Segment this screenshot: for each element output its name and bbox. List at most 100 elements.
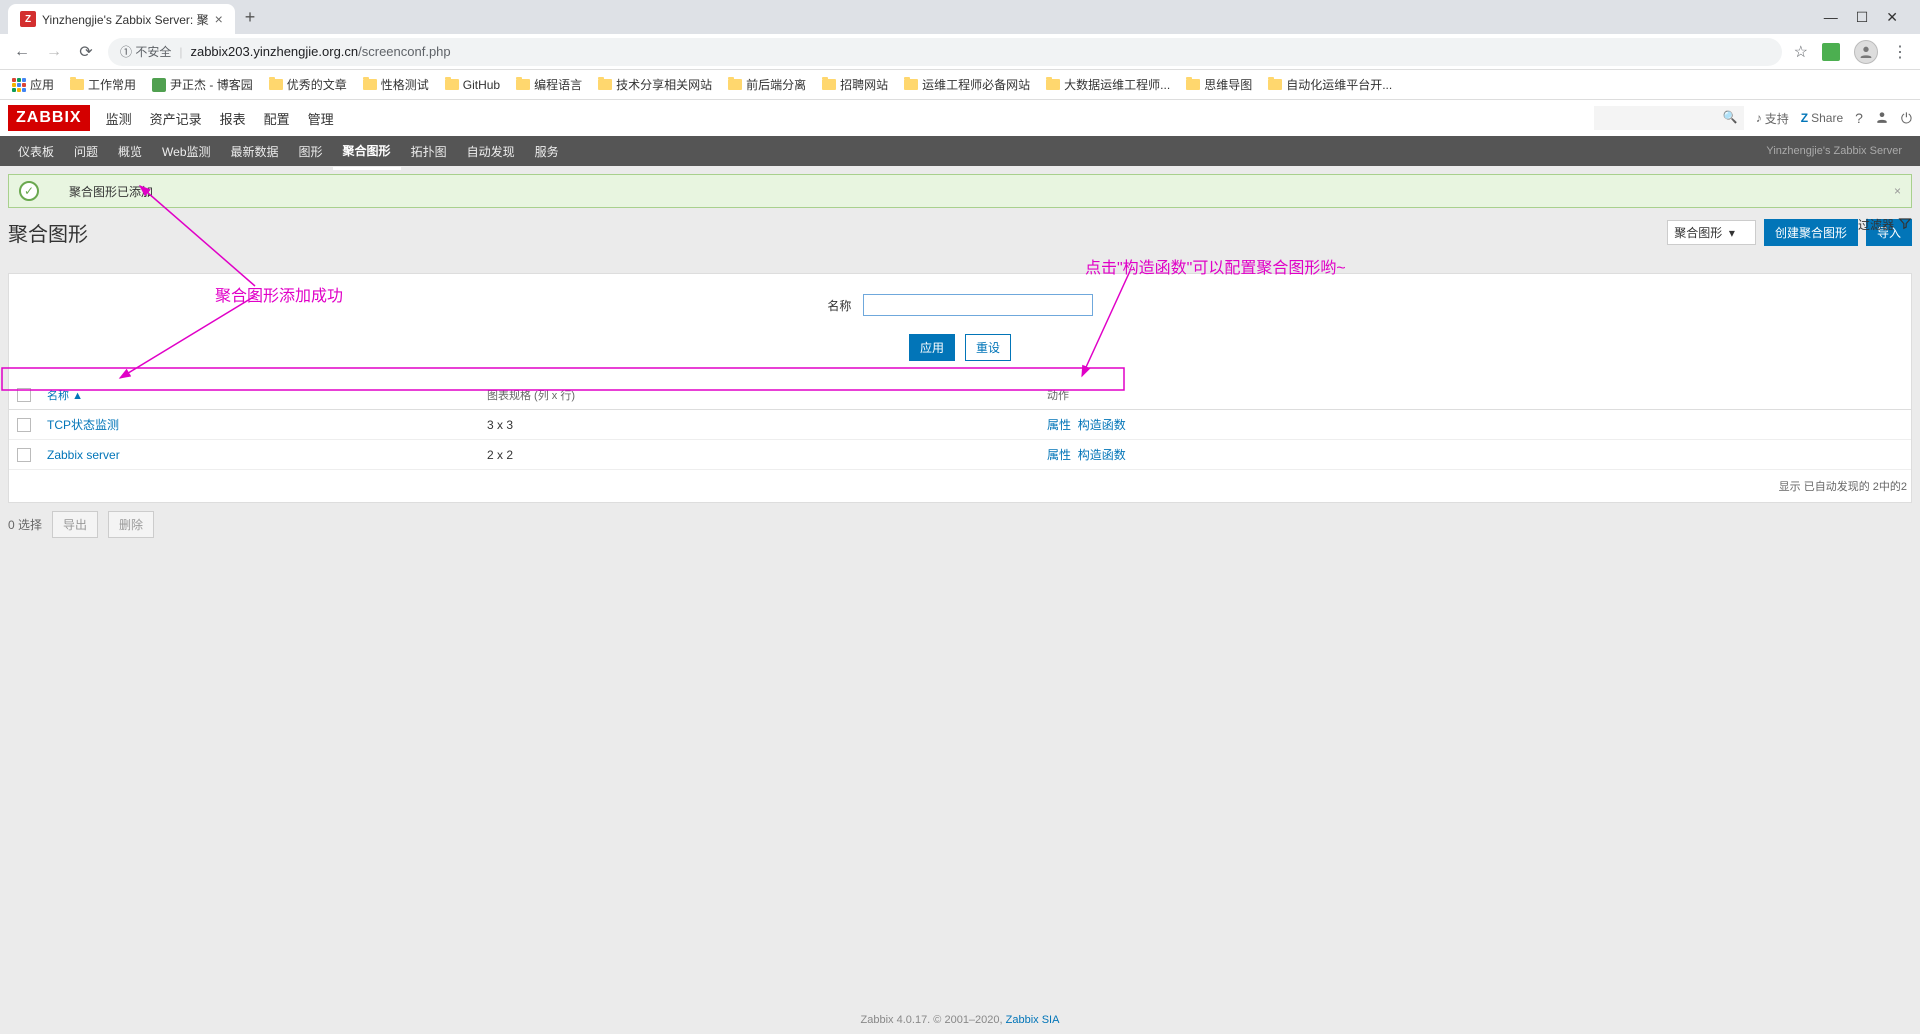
folder-icon xyxy=(1186,79,1200,90)
nav-reports[interactable]: 报表 xyxy=(218,101,248,136)
filter-reset-button[interactable]: 重设 xyxy=(965,334,1011,361)
folder-icon xyxy=(516,79,530,90)
bookmark-item[interactable]: 技术分享相关网站 xyxy=(598,76,712,93)
tab-close-icon[interactable]: × xyxy=(215,11,223,27)
folder-icon xyxy=(445,79,459,90)
subnav-screens[interactable]: 聚合图形 xyxy=(333,134,401,170)
screen-name-link[interactable]: TCP状态监测 xyxy=(47,418,119,432)
delete-button[interactable]: 删除 xyxy=(108,511,154,538)
zabbix-sia-link[interactable]: Zabbix SIA xyxy=(1006,1014,1060,1026)
subnav-services[interactable]: 服务 xyxy=(525,135,569,168)
table-row: TCP状态监测3 x 3属性 构造函数 xyxy=(9,410,1911,440)
search-icon[interactable]: 🔍 xyxy=(1723,110,1738,124)
bookmark-item[interactable]: 思维导图 xyxy=(1186,76,1252,93)
screen-size: 2 x 2 xyxy=(479,440,1039,470)
tab-favicon: Z xyxy=(20,11,36,27)
filter-toggle[interactable]: 过滤器 xyxy=(1858,216,1912,233)
message-text: 聚合图形已添加 xyxy=(69,183,153,200)
nav-monitoring[interactable]: 监测 xyxy=(104,101,134,136)
bookmark-item[interactable]: 工作常用 xyxy=(70,76,136,93)
col-name[interactable]: 名称 ▲ xyxy=(39,381,479,410)
constructor-link[interactable]: 构造函数 xyxy=(1078,418,1126,432)
folder-icon xyxy=(1268,79,1282,90)
logout-icon[interactable]: ⏻ xyxy=(1901,110,1912,127)
nav-reload-icon[interactable]: ⟳ xyxy=(76,42,96,62)
address-bar: ← → ⟳ ① 不安全 | zabbix203.yinzhengjie.org.… xyxy=(0,34,1920,70)
filter-apply-button[interactable]: 应用 xyxy=(909,334,955,361)
bookmark-item[interactable]: 尹正杰 - 博客园 xyxy=(152,76,253,93)
browser-tab-bar: Z Yinzhengjie's Zabbix Server: 聚 × + — ☐… xyxy=(0,0,1920,34)
subnav-overview[interactable]: 概览 xyxy=(108,135,152,168)
help-icon[interactable]: ? xyxy=(1855,110,1863,126)
window-close-icon[interactable]: ✕ xyxy=(1886,9,1898,26)
window-controls: — ☐ ✕ xyxy=(1810,9,1912,26)
window-maximize-icon[interactable]: ☐ xyxy=(1856,9,1869,26)
subnav-latest[interactable]: 最新数据 xyxy=(221,135,289,168)
nav-administration[interactable]: 管理 xyxy=(306,101,336,136)
subnav-problems[interactable]: 问题 xyxy=(64,135,108,168)
main-nav: 监测 资产记录 报表 配置 管理 xyxy=(104,101,336,136)
screens-table: 名称 ▲ 图表规格 (列 x 行) 动作 TCP状态监测3 x 3属性 构造函数… xyxy=(9,381,1911,470)
url-input[interactable]: ① 不安全 | zabbix203.yinzhengjie.org.cn/scr… xyxy=(108,38,1782,66)
extension-icon[interactable] xyxy=(1822,43,1840,61)
selected-count: 0 选择 xyxy=(8,516,42,533)
bookmarks-bar: 应用 工作常用 尹正杰 - 博客园 优秀的文章 性格测试 GitHub 编程语言… xyxy=(0,70,1920,100)
bookmark-item[interactable]: 前后端分离 xyxy=(728,76,806,93)
properties-link[interactable]: 属性 xyxy=(1047,448,1071,462)
col-actions: 动作 xyxy=(1039,381,1911,410)
bookmark-item[interactable]: 自动化运维平台开... xyxy=(1268,76,1392,93)
nav-back-icon[interactable]: ← xyxy=(12,43,32,61)
new-tab-button[interactable]: + xyxy=(235,7,266,28)
server-label: Yinzhengjie's Zabbix Server xyxy=(1766,145,1912,157)
nav-configuration[interactable]: 配置 xyxy=(262,101,292,136)
row-checkbox[interactable] xyxy=(17,418,31,432)
bookmark-item[interactable]: 优秀的文章 xyxy=(269,76,347,93)
nav-inventory[interactable]: 资产记录 xyxy=(148,101,204,136)
bookmark-apps[interactable]: 应用 xyxy=(12,76,54,93)
screen-name-link[interactable]: Zabbix server xyxy=(47,448,120,462)
window-minimize-icon[interactable]: — xyxy=(1824,9,1838,26)
support-link[interactable]: ♪ 支持 xyxy=(1756,110,1789,127)
browser-tab[interactable]: Z Yinzhengjie's Zabbix Server: 聚 × xyxy=(8,4,235,34)
subnav-maps[interactable]: 拓扑图 xyxy=(401,135,457,168)
subnav-graphs[interactable]: 图形 xyxy=(289,135,333,168)
screen-type-select[interactable]: 聚合图形 ▾ xyxy=(1667,220,1756,245)
folder-icon xyxy=(822,79,836,90)
share-link[interactable]: ZShare xyxy=(1801,111,1843,125)
folder-icon xyxy=(1046,79,1060,90)
bookmark-item[interactable]: 大数据运维工程师... xyxy=(1046,76,1170,93)
col-size: 图表规格 (列 x 行) xyxy=(479,381,1039,410)
bookmark-item[interactable]: 招聘网站 xyxy=(822,76,888,93)
table-row: Zabbix server 2 x 2 属性 构造函数 xyxy=(9,440,1911,470)
bookmark-star-icon[interactable]: ☆ xyxy=(1794,42,1808,62)
browser-menu-icon[interactable]: ⋮ xyxy=(1892,42,1908,62)
create-screen-button[interactable]: 创建聚合图形 xyxy=(1764,219,1858,246)
nav-forward-icon[interactable]: → xyxy=(44,43,64,61)
folder-icon xyxy=(363,79,377,90)
subnav-discovery[interactable]: 自动发现 xyxy=(457,135,525,168)
url-text: zabbix203.yinzhengjie.org.cn/screenconf.… xyxy=(190,44,450,59)
bookmark-item[interactable]: GitHub xyxy=(445,78,500,92)
row-checkbox[interactable] xyxy=(17,448,31,462)
bookmark-item[interactable]: 运维工程师必备网站 xyxy=(904,76,1030,93)
sub-nav: 仪表板 问题 概览 Web监测 最新数据 图形 聚合图形 拓扑图 自动发现 服务… xyxy=(0,136,1920,166)
subnav-dashboard[interactable]: 仪表板 xyxy=(8,135,64,168)
apps-grid-icon xyxy=(12,78,26,92)
export-button[interactable]: 导出 xyxy=(52,511,98,538)
constructor-link[interactable]: 构造函数 xyxy=(1078,448,1126,462)
user-icon[interactable] xyxy=(1875,110,1889,127)
search-input[interactable] xyxy=(1594,106,1744,130)
message-close-icon[interactable]: × xyxy=(1894,184,1901,198)
properties-link[interactable]: 属性 xyxy=(1047,418,1071,432)
check-icon: ✓ xyxy=(19,181,39,201)
folder-icon xyxy=(269,79,283,90)
zabbix-logo[interactable]: ZABBIX xyxy=(8,105,90,131)
subnav-web[interactable]: Web监测 xyxy=(152,135,220,168)
select-all-checkbox[interactable] xyxy=(17,388,31,402)
bookmark-item[interactable]: 编程语言 xyxy=(516,76,582,93)
bookmark-item[interactable]: 性格测试 xyxy=(363,76,429,93)
profile-avatar-icon[interactable] xyxy=(1854,40,1878,64)
filter-name-label: 名称 xyxy=(827,299,851,313)
filter-name-input[interactable] xyxy=(863,294,1093,316)
tab-title: Yinzhengjie's Zabbix Server: 聚 xyxy=(42,11,209,28)
